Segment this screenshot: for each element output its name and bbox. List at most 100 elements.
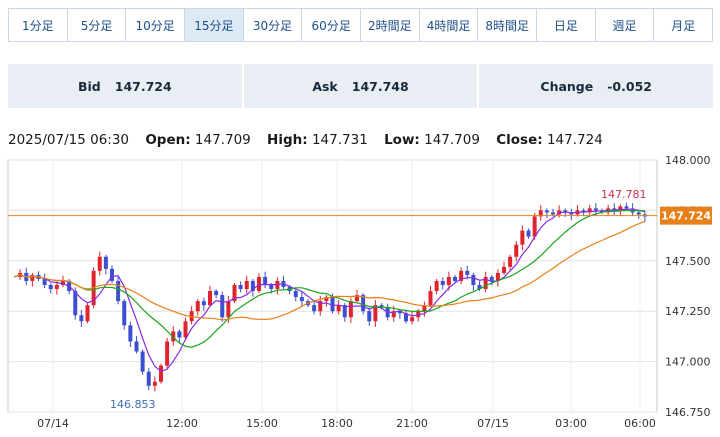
tab-timeframe[interactable]: 4時間足: [419, 9, 479, 41]
candle-body: [471, 274, 476, 285]
high-label: High:: [267, 132, 308, 148]
candle-body: [48, 284, 53, 290]
ask-label: Ask: [312, 78, 338, 94]
tab-timeframe[interactable]: 日足: [537, 9, 596, 41]
candle-body: [152, 381, 157, 386]
x-tick-label: 21:00: [396, 417, 428, 430]
candle-body: [263, 276, 268, 285]
tab-timeframe[interactable]: 60分足: [302, 9, 362, 41]
change-box: Change -0.052: [479, 64, 714, 108]
current-price-label: 147.724: [661, 210, 711, 223]
candle-body: [520, 230, 525, 245]
candle-body: [312, 305, 317, 312]
x-tick-label: 18:00: [321, 417, 353, 430]
y-tick-label: 147.250: [665, 305, 711, 318]
candle-body: [103, 256, 108, 269]
candle-body: [134, 341, 139, 352]
candle-body: [532, 216, 537, 237]
candle-body: [593, 208, 598, 211]
tab-timeframe[interactable]: 15分足: [185, 9, 244, 41]
candle-body: [624, 206, 629, 209]
candle-body: [636, 212, 641, 215]
ohlc-readout: 2025/07/15 06:30 Open: 147.709 High: 147…: [8, 132, 603, 148]
change-label: Change: [540, 78, 594, 94]
candle-body: [508, 256, 513, 267]
candle-body: [257, 276, 261, 292]
timeframe-tabs: 1分足 5分足 10分足 15分足 30分足 60分足 2時間足 4時間足 8時間足 日足 週足 月足: [8, 8, 713, 42]
candle-body: [244, 280, 249, 290]
candle-body: [79, 315, 84, 322]
tab-timeframe[interactable]: 1分足: [9, 9, 68, 41]
candle-body: [446, 276, 451, 285]
candle-body: [183, 321, 188, 338]
candle-body: [165, 341, 170, 366]
candle-body: [293, 291, 298, 298]
candle-body: [146, 371, 151, 386]
y-tick-label: 148.000: [665, 154, 711, 167]
low-label: Low:: [384, 132, 420, 148]
candle-body: [410, 317, 415, 322]
bid-value: 147.724: [114, 78, 172, 94]
price-chart[interactable]: 148.000147.750147.500147.250147.000146.7…: [0, 150, 720, 437]
tab-timeframe[interactable]: 週足: [595, 9, 655, 41]
tab-timeframe[interactable]: 8時間足: [478, 9, 538, 41]
ohlc-datetime: 2025/07/15 06:30: [8, 132, 130, 148]
low-value: 147.709: [424, 132, 480, 148]
tab-timeframe[interactable]: 2時間足: [361, 9, 420, 41]
x-tick-label: 06:00: [624, 417, 656, 430]
bid-box: Bid 147.724: [8, 64, 242, 108]
candle-body: [122, 301, 127, 326]
x-tick-label: 03:00: [555, 417, 587, 430]
candle-body: [97, 256, 102, 271]
candle-body: [453, 276, 457, 281]
candle-body: [54, 284, 59, 290]
candle-body: [348, 301, 353, 318]
candle-body: [434, 280, 439, 292]
candle-body: [140, 351, 145, 372]
x-tick-label: 07/14: [37, 417, 69, 430]
candle-body: [544, 210, 549, 213]
candle-body: [514, 244, 519, 257]
tab-timeframe[interactable]: 10分足: [126, 9, 186, 41]
candle-body: [299, 297, 304, 302]
close-label: Close:: [496, 132, 543, 148]
candle-body: [214, 291, 219, 296]
candle-body: [226, 301, 231, 318]
candle-body: [195, 301, 200, 312]
candle-body: [220, 295, 225, 318]
candle-body: [367, 311, 372, 322]
y-tick-label: 147.000: [665, 356, 711, 369]
high-value: 147.731: [311, 132, 368, 148]
candle-body: [201, 301, 206, 306]
candle-body: [208, 291, 212, 306]
candle-body: [526, 230, 531, 237]
candle-body: [177, 331, 182, 338]
candle-body: [428, 291, 433, 306]
x-tick-label: 12:00: [166, 417, 198, 430]
close-value: 147.724: [546, 132, 603, 148]
open-label: Open:: [145, 132, 191, 148]
candle-body: [465, 270, 470, 275]
y-tick-label: 147.500: [665, 255, 711, 268]
candle-body: [116, 280, 121, 302]
tab-timeframe[interactable]: 5分足: [67, 9, 127, 41]
candle-body: [502, 266, 506, 273]
y-tick-label: 146.750: [665, 406, 711, 419]
bid-label: Bid: [77, 78, 101, 94]
change-value: -0.052: [607, 78, 652, 94]
candle-body: [440, 280, 445, 285]
high-annotation: 147.781: [601, 188, 647, 201]
ask-value: 147.748: [351, 78, 409, 94]
tab-timeframe[interactable]: 月足: [654, 9, 713, 41]
x-tick-label: 15:00: [246, 417, 278, 430]
low-annotation: 146.853: [110, 398, 156, 411]
x-tick-label: 07/15: [477, 417, 509, 430]
tab-timeframe[interactable]: 30分足: [243, 9, 303, 41]
candle-body: [85, 305, 90, 322]
ask-box: Ask 147.748: [243, 64, 478, 108]
quote-panel: Bid 147.724 Ask 147.748 Change -0.052: [8, 64, 714, 108]
candle-body: [128, 325, 133, 342]
candle-body: [238, 284, 243, 290]
candle-body: [159, 365, 163, 382]
open-value: 147.709: [194, 132, 251, 148]
